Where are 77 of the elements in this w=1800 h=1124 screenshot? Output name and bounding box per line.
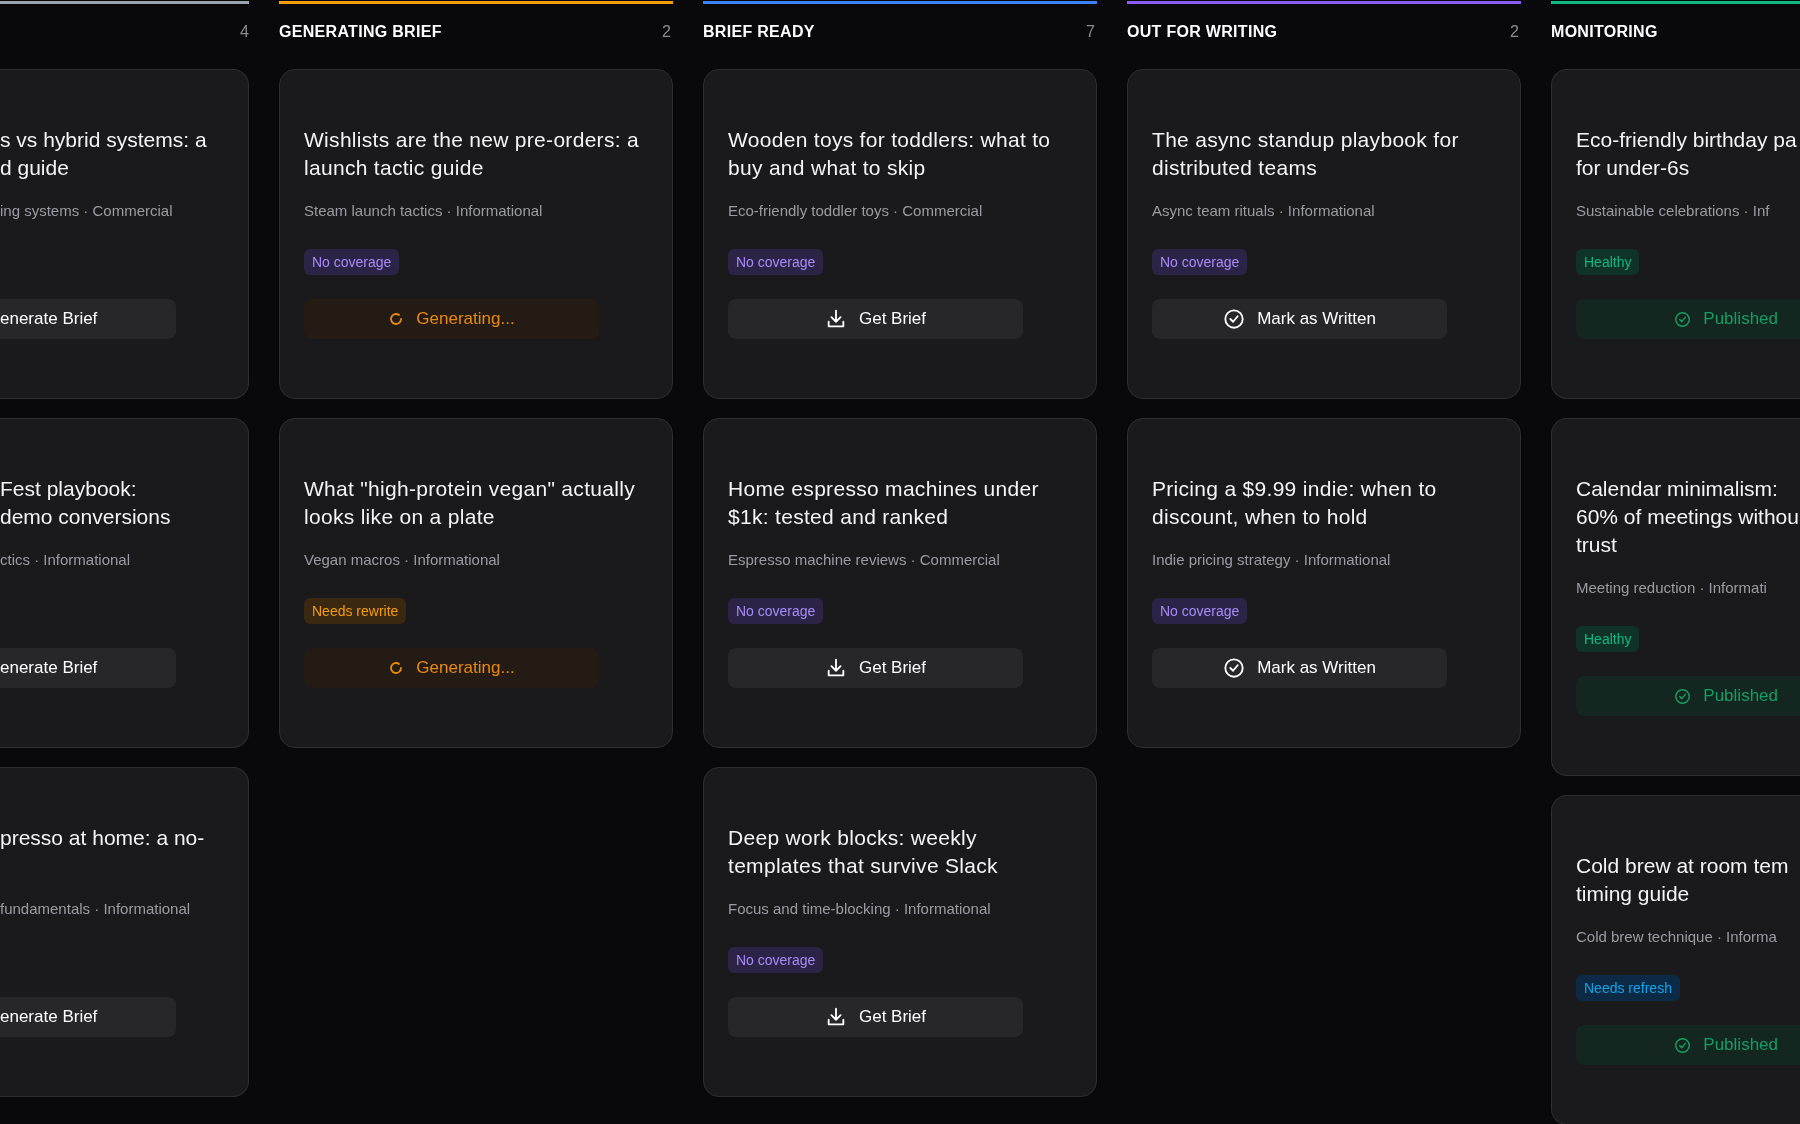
get-brief-button[interactable]: Get Brief	[728, 997, 1023, 1037]
column-count: 4	[240, 22, 249, 42]
get-brief-button[interactable]: Get Brief	[728, 299, 1023, 339]
mark-written-button[interactable]: Mark as Written	[1152, 648, 1447, 688]
card[interactable]: The async standup playbook for distributed teams Async team rituals · Informational No coverage Mark as Written	[1127, 69, 1521, 399]
card-meta: Espresso machine reviews · Commercial	[728, 550, 1001, 570]
check-circle-icon	[1674, 687, 1692, 705]
card-title: Fest playbook: demo conversions	[0, 476, 172, 530]
card-meta: ctics · Informational	[0, 550, 132, 570]
card-title: Pricing a $9.99 indie: when to discount, when to hold	[1152, 476, 1438, 530]
card-meta: Focus and time-blocking · Informational	[728, 899, 992, 919]
column-title: BRIEF READY	[703, 22, 815, 42]
card-meta: ing systems · Commercial	[0, 201, 174, 221]
check-circle-icon	[1674, 1036, 1692, 1054]
column-title: GENERATING BRIEF	[279, 22, 442, 42]
card-title: presso at home: a no-	[0, 825, 206, 851]
card[interactable]: presso at home: a no- fundamentals · Informational enerate Brief	[0, 767, 249, 1097]
spinner-icon	[388, 660, 405, 676]
mark-written-button[interactable]: Mark as Written	[1152, 299, 1447, 339]
card[interactable]: What "high-protein vegan" actually looks like on a plate Vegan macros · Informational Needs rewrite Generating...	[279, 418, 673, 748]
get-brief-button[interactable]: Get Brief	[728, 648, 1023, 688]
column-count: 7	[1086, 22, 1095, 42]
spinner-icon	[388, 311, 405, 327]
generating-button[interactable]: Generating...	[304, 648, 599, 688]
card-title: Cold brew at room tem timing guide	[1576, 853, 1790, 907]
status-badge: Healthy	[1576, 249, 1640, 275]
status-badge: No coverage	[1152, 249, 1248, 275]
check-circle-icon	[1223, 657, 1246, 679]
status-badge: No coverage	[728, 947, 824, 973]
card-title: Deep work blocks: weekly templates that survive Slack	[728, 825, 999, 879]
status-badge: Needs rewrite	[304, 598, 407, 624]
status-badge: No coverage	[728, 249, 824, 275]
generate-brief-button[interactable]: enerate Brief	[0, 299, 176, 339]
status-badge: Needs refresh	[1576, 975, 1680, 1001]
card[interactable]: Fest playbook: demo conversions ctics · Informational enerate Brief	[0, 418, 249, 748]
card-title: Home espresso machines under $1k: tested and ranked	[728, 476, 1040, 530]
status-badge: No coverage	[304, 249, 400, 275]
card[interactable]: Home espresso machines under $1k: tested and ranked Espresso machine reviews · Commercial No coverage Get Brief	[703, 418, 1097, 748]
column-count: 2	[1510, 22, 1519, 42]
card-meta: Eco-friendly toddler toys · Commercial	[728, 201, 984, 221]
generating-button[interactable]: Generating...	[304, 299, 599, 339]
status-badge: No coverage	[1152, 598, 1248, 624]
published-button[interactable]: Published	[1576, 676, 1800, 716]
published-button[interactable]: Published	[1576, 1025, 1800, 1065]
card[interactable]: Cold brew at room tem timing guide Cold brew technique · Informa Needs refresh Published	[1551, 795, 1800, 1124]
check-circle-icon	[1223, 308, 1246, 330]
card-meta: Meeting reduction · Informati	[1576, 578, 1768, 598]
status-badge: No coverage	[728, 598, 824, 624]
column-count: 2	[662, 22, 671, 42]
status-badge: Healthy	[1576, 626, 1640, 652]
card-title: s vs hybrid systems: a d guide	[0, 127, 208, 181]
card-meta: fundamentals · Informational	[0, 899, 192, 919]
card-meta: Steam launch tactics · Informational	[304, 201, 544, 221]
card-meta: Indie pricing strategy · Informational	[1152, 550, 1392, 570]
card[interactable]: Wooden toys for toddlers: what to buy and what to skip Eco-friendly toddler toys · Commercial No coverage Get Brief	[703, 69, 1097, 399]
card-meta: Cold brew technique · Informa	[1576, 927, 1778, 947]
card-title: Calendar minimalism: 60% of meetings withou trust	[1576, 476, 1800, 558]
card-title: Wooden toys for toddlers: what to buy and what to skip	[728, 127, 1052, 181]
card[interactable]: Calendar minimalism: 60% of meetings withou trust Meeting reduction · Informati Healthy Published	[1551, 418, 1800, 776]
published-button[interactable]: Published	[1576, 299, 1800, 339]
card-title: What "high-protein vegan" actually looks like on a plate	[304, 476, 636, 530]
card[interactable]: Pricing a $9.99 indie: when to discount, when to hold Indie pricing strategy · Informational No coverage Mark as Written	[1127, 418, 1521, 748]
column-title: OUT FOR WRITING	[1127, 22, 1278, 42]
card-meta: Sustainable celebrations · Inf	[1576, 201, 1771, 221]
generate-brief-button[interactable]: enerate Brief	[0, 648, 176, 688]
generate-brief-button[interactable]: enerate Brief	[0, 997, 176, 1037]
card[interactable]: Wishlists are the new pre-orders: a launch tactic guide Steam launch tactics · Informational No coverage Generating...	[279, 69, 673, 399]
card[interactable]: Eco-friendly birthday pa for under-6s Sustainable celebrations · Inf Healthy Published	[1551, 69, 1800, 399]
column-title: MONITORING	[1551, 22, 1658, 42]
card-meta: Async team rituals · Informational	[1152, 201, 1376, 221]
card[interactable]: Deep work blocks: weekly templates that survive Slack Focus and time-blocking · Informational No coverage Get Brief	[703, 767, 1097, 1097]
card-title: Wishlists are the new pre-orders: a launch tactic guide	[304, 127, 640, 181]
card-meta: Vegan macros · Informational	[304, 550, 501, 570]
card-title: Eco-friendly birthday pa for under-6s	[1576, 127, 1798, 181]
check-circle-icon	[1674, 310, 1692, 328]
card[interactable]: s vs hybrid systems: a d guide ing systems · Commercial enerate Brief	[0, 69, 249, 399]
card-title: The async standup playbook for distributed teams	[1152, 127, 1460, 181]
